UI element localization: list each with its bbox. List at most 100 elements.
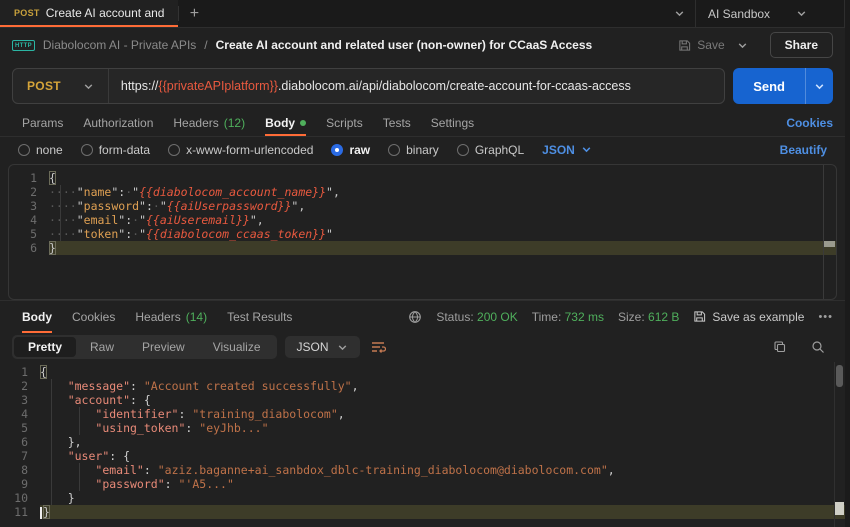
status-badge: Status: 200 OK xyxy=(436,310,517,324)
tab-params[interactable]: Params xyxy=(12,110,73,136)
code-token: token xyxy=(84,227,119,241)
code-line[interactable]: 9 "password": "'A5..." xyxy=(0,477,845,491)
tab-count-badge: (14) xyxy=(186,310,207,324)
tab-list-chevron-down-icon[interactable] xyxy=(664,0,695,27)
code-token: " xyxy=(139,213,146,227)
code-token: {{diabolocom_account_name}} xyxy=(139,185,326,199)
code-line[interactable]: 11} xyxy=(0,505,845,519)
code-line[interactable]: 2····"name":·"{{diabolocom_account_name}… xyxy=(9,185,836,199)
code-token: "Account created successfully" xyxy=(144,379,352,393)
cookies-link[interactable]: Cookies xyxy=(786,110,833,136)
line-number: 1 xyxy=(9,171,49,185)
line-number: 10 xyxy=(0,491,40,505)
editor-overview-ruler[interactable] xyxy=(823,165,836,299)
code-line[interactable]: 3 "account": { xyxy=(0,393,845,407)
save-options-chevron-down-icon[interactable] xyxy=(733,40,752,51)
response-time: Time: 732 ms xyxy=(532,310,604,324)
body-type-radio-raw[interactable]: raw xyxy=(331,143,370,157)
line-number: 7 xyxy=(0,449,40,463)
beautify-link[interactable]: Beautify xyxy=(780,143,827,157)
tab-headers[interactable]: Headers(12) xyxy=(163,110,255,136)
response-tab-headers[interactable]: Headers(14) xyxy=(125,301,217,333)
body-language-selector[interactable]: JSON xyxy=(542,143,592,157)
response-tab-cookies[interactable]: Cookies xyxy=(62,301,125,333)
breadcrumb-collection[interactable]: Diabolocom AI - Private APIs xyxy=(43,38,196,52)
copy-icon[interactable] xyxy=(765,340,795,354)
save-as-example-button[interactable]: Save as example xyxy=(693,310,804,324)
code-token: {{diabolocom_ccaas_token}} xyxy=(146,227,326,241)
code-token xyxy=(40,379,68,393)
text-cursor xyxy=(40,507,42,519)
tab-scripts[interactable]: Scripts xyxy=(316,110,373,136)
method-selector[interactable]: POST xyxy=(13,69,109,103)
radio-label: form-data xyxy=(99,143,150,157)
code-token: } xyxy=(43,505,50,519)
code-line[interactable]: 7 "user": { xyxy=(0,449,845,463)
code-token: ", xyxy=(291,199,305,213)
scrollbar-thumb[interactable] xyxy=(836,365,843,387)
more-options-icon[interactable]: ••• xyxy=(818,311,833,323)
code-token: "identifier" xyxy=(95,407,178,421)
wrap-text-icon[interactable] xyxy=(368,338,388,356)
url-input[interactable]: https://{{privateAPIplatform}}.diaboloco… xyxy=(109,79,724,93)
tab-label: Test Results xyxy=(227,310,292,324)
new-tab-button[interactable]: + xyxy=(179,0,209,27)
code-line[interactable]: 6 }, xyxy=(0,435,845,449)
view-tab-pretty[interactable]: Pretty xyxy=(14,337,76,357)
breadcrumb: HTTP Diabolocom AI - Private APIs / Crea… xyxy=(0,28,845,62)
body-type-radio-none[interactable]: none xyxy=(18,143,63,157)
tab-authorization[interactable]: Authorization xyxy=(73,110,163,136)
tab-tests[interactable]: Tests xyxy=(373,110,421,136)
code-line[interactable]: 1{ xyxy=(9,171,836,185)
environment-selector[interactable]: AI Sandbox xyxy=(695,0,845,27)
code-line[interactable]: 3····"password":·"{{aiUserpassword}}", xyxy=(9,199,836,213)
code-text: "password": "'A5..." xyxy=(40,477,845,491)
code-token: : xyxy=(165,477,179,491)
network-globe-icon[interactable] xyxy=(408,310,422,324)
response-language-selector[interactable]: JSON xyxy=(285,336,360,358)
response-tabs: Body Cookies Headers(14) Test Results Statu… xyxy=(0,300,845,332)
request-name[interactable]: Create AI account and related user (non-… xyxy=(216,38,671,52)
code-line[interactable]: 4 "identifier": "training_diabolocom", xyxy=(0,407,845,421)
code-line[interactable]: 6} xyxy=(9,241,836,255)
share-button[interactable]: Share xyxy=(770,32,833,58)
code-line[interactable]: 5 "using_token": "eyJhb..." xyxy=(0,421,845,435)
send-options-chevron-down-icon[interactable] xyxy=(805,68,833,104)
line-number: 3 xyxy=(9,199,49,213)
line-number: 6 xyxy=(9,241,49,255)
response-tab-test-results[interactable]: Test Results xyxy=(217,301,302,333)
open-request-tab[interactable]: POST Create AI account and xyxy=(0,0,178,27)
body-type-radio-graphql[interactable]: GraphQL xyxy=(457,143,524,157)
code-line[interactable]: 10 } xyxy=(0,491,845,505)
code-token: ": xyxy=(139,199,153,213)
view-tab-preview[interactable]: Preview xyxy=(128,337,199,357)
body-type-radio-x-www-form-urlencoded[interactable]: x-www-form-urlencoded xyxy=(168,143,313,157)
code-line[interactable]: 8 "email": "aziz.baganne+ai_sanbdox_dblc… xyxy=(0,463,845,477)
body-type-radio-form-data[interactable]: form-data xyxy=(81,143,150,157)
view-tab-raw[interactable]: Raw xyxy=(76,337,128,357)
code-token: "using_token" xyxy=(95,421,185,435)
response-tab-body[interactable]: Body xyxy=(12,301,62,333)
response-language-value: JSON xyxy=(297,340,329,354)
save-icon xyxy=(693,310,706,323)
response-body-viewer[interactable]: 1{2 "message": "Account created successf… xyxy=(0,362,845,527)
tab-settings[interactable]: Settings xyxy=(421,110,484,136)
search-icon[interactable] xyxy=(803,340,833,354)
request-tab-strip: POST Create AI account and + AI Sandbox xyxy=(0,0,845,28)
response-scrollbar[interactable] xyxy=(834,362,845,527)
tab-body[interactable]: Body xyxy=(255,110,316,136)
url-segment-plain: .diabolocom.ai/api/diabolocom/create-acc… xyxy=(278,79,631,93)
tab-label: Cookies xyxy=(72,310,115,324)
request-body-editor[interactable]: 1{2····"name":·"{{diabolocom_account_nam… xyxy=(8,164,837,300)
environment-value: AI Sandbox xyxy=(708,7,770,21)
send-button[interactable]: Send xyxy=(733,68,805,104)
code-line[interactable]: 4····"email":·"{{aiUseremail}}", xyxy=(9,213,836,227)
code-line[interactable]: 2 "message": "Account created successful… xyxy=(0,379,845,393)
radio-label: raw xyxy=(349,143,370,157)
code-line[interactable]: 5····"token":·"{{diabolocom_ccaas_token}… xyxy=(9,227,836,241)
view-tab-visualize[interactable]: Visualize xyxy=(199,337,275,357)
body-type-radio-binary[interactable]: binary xyxy=(388,143,439,157)
code-line[interactable]: 1{ xyxy=(0,365,845,379)
tab-label: Params xyxy=(22,116,63,130)
save-button[interactable]: Save xyxy=(678,38,724,52)
